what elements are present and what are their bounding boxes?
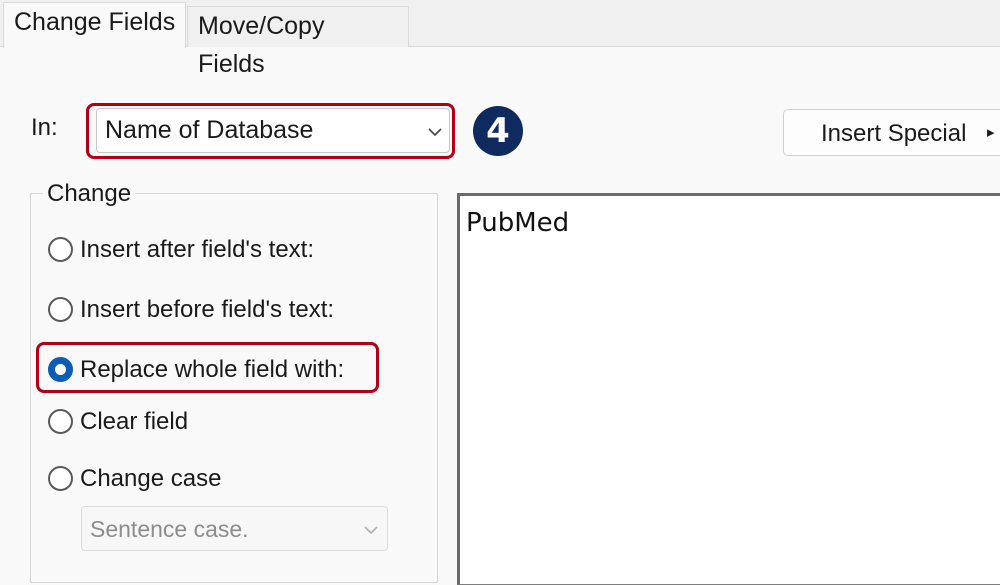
radio-label: Insert after field's text: — [80, 236, 315, 263]
radio-replace-whole-field[interactable]: Replace whole field with: — [48, 354, 373, 386]
tab-move-copy-fields[interactable]: Move/Copy Fields — [187, 6, 409, 78]
tab-change-fields[interactable]: Change Fields — [3, 2, 187, 48]
insert-special-button[interactable]: Insert Special ▸ — [783, 109, 1000, 156]
in-label: In: — [31, 114, 58, 141]
change-group-title: Change — [43, 180, 136, 208]
radio-icon — [48, 237, 73, 262]
radio-label: Replace whole field with: — [80, 356, 345, 383]
change-case-value: Sentence case. — [90, 516, 249, 542]
in-field-select[interactable]: Name of Database — [96, 108, 450, 153]
radio-label: Insert before field's text: — [80, 296, 335, 323]
chevron-down-icon — [428, 128, 442, 137]
in-field-value: Name of Database — [105, 116, 314, 144]
insert-special-label: Insert Special — [821, 120, 967, 147]
step-number-badge: 4 — [473, 106, 523, 156]
radio-label: Clear field — [80, 408, 189, 435]
replacement-text: PubMed — [466, 208, 570, 238]
radio-icon — [48, 409, 73, 434]
radio-icon — [48, 466, 73, 491]
radio-label: Change case — [80, 465, 222, 492]
radio-clear-field[interactable]: Clear field — [48, 406, 198, 438]
chevron-down-icon — [364, 526, 378, 535]
tab-bar: Change Fields Move/Copy Fields — [0, 0, 1000, 78]
radio-checked-icon — [48, 357, 73, 382]
replacement-text-area[interactable]: PubMed — [457, 193, 1000, 585]
radio-insert-before[interactable]: Insert before field's text: — [48, 294, 353, 326]
radio-change-case[interactable]: Change case — [48, 463, 228, 495]
submenu-arrow-icon: ▸ — [987, 124, 995, 141]
radio-icon — [48, 297, 73, 322]
change-case-select: Sentence case. — [81, 506, 388, 551]
radio-insert-after[interactable]: Insert after field's text: — [48, 234, 338, 266]
